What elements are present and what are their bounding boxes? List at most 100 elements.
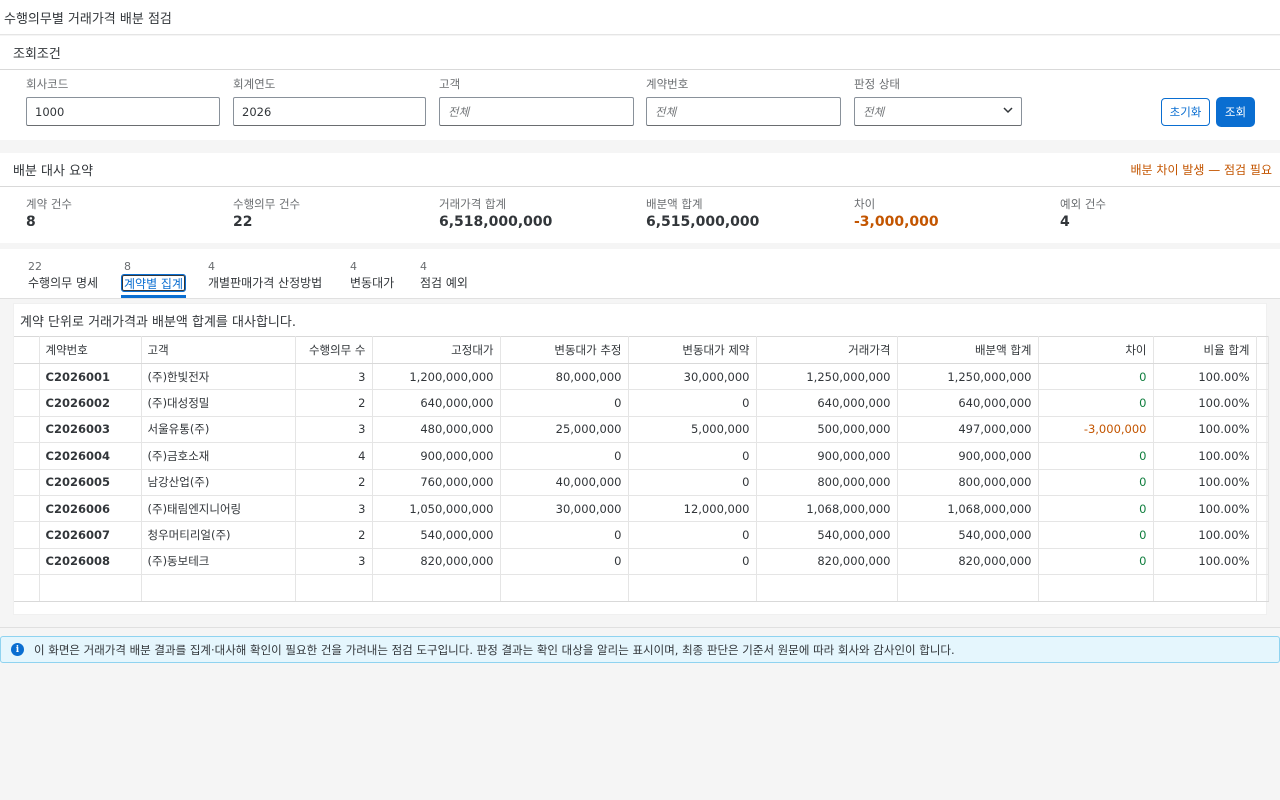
table-row[interactable]: C2026001 (주)한빛전자 3 1,200,000,000 80,000,000 3… — [14, 363, 1269, 391]
row-selector[interactable] — [14, 469, 40, 496]
metric-label: 배분액 합계 — [646, 197, 703, 211]
metric-label: 수행의무 건수 — [233, 197, 301, 211]
row-spacer — [1256, 442, 1269, 470]
table-row[interactable]: C2026003 서울유통(주) 3 480,000,000 25,000,000 5,0… — [14, 416, 1269, 444]
tab-label: 점검 예외 — [420, 276, 468, 290]
column-header[interactable]: 거래가격 — [756, 336, 898, 364]
table-cell: 900,000,000 — [756, 442, 898, 470]
contract-no-input[interactable]: 전체 — [646, 97, 841, 126]
tab-count: 4 — [420, 260, 427, 273]
tab-obligation-list[interactable]: 22 수행의무 명세 — [28, 260, 98, 292]
table-cell: 2 — [295, 521, 373, 549]
tab-bar: 22 수행의무 명세 8 계약별 집계 4 개별판매가격 산정방법 4 변동대가… — [0, 249, 1280, 299]
table-cell: 100.00% — [1153, 548, 1257, 576]
table-row[interactable]: C2026006 (주)태림엔지니어링 3 1,050,000,000 30,000,0… — [14, 495, 1269, 523]
tab-exceptions[interactable]: 4 점검 예외 — [420, 260, 468, 292]
filter-panel: 조회조건 회사코드 1000 회계연도 2026 고객 전체 계약번호 전체 판… — [0, 36, 1280, 140]
column-header[interactable]: 변동대가 제약 — [628, 336, 757, 364]
table-cell: 100.00% — [1153, 389, 1257, 417]
table-cell: C2026004 — [39, 442, 142, 470]
metric-label: 계약 건수 — [26, 197, 72, 211]
tab-ssp-method[interactable]: 4 개별판매가격 산정방법 — [208, 260, 322, 292]
tab-count: 4 — [350, 260, 357, 273]
row-selector[interactable] — [14, 495, 40, 523]
company-code-field: 회사코드 1000 — [26, 77, 220, 126]
fiscal-year-input[interactable]: 2026 — [233, 97, 426, 126]
table-cell: -3,000,000 — [1038, 416, 1154, 444]
row-selector[interactable] — [14, 389, 40, 417]
metric-label: 예외 건수 — [1060, 197, 1106, 211]
row-selector[interactable] — [14, 548, 40, 576]
metric-allocated: 배분액 합계 6,515,000,000 — [646, 196, 759, 230]
fiscal-year-label: 회계연도 — [233, 77, 276, 91]
judgment-select[interactable]: 전체 — [854, 97, 1022, 126]
table-cell: 남강산업(주) — [141, 469, 296, 496]
empty-cell — [372, 574, 501, 603]
summary-panel-header: 배분 대사 요약 배분 차이 발생 — 점검 필요 — [0, 153, 1280, 187]
metric-difference: 차이 -3,000,000 — [854, 196, 939, 230]
metric-transaction-price: 거래가격 합계 6,518,000,000 — [439, 196, 552, 230]
row-selector[interactable] — [14, 363, 40, 391]
table-cell: (주)대성정밀 — [141, 389, 296, 417]
column-header[interactable]: 고객 — [141, 336, 296, 364]
contract-no-label: 계약번호 — [646, 77, 689, 91]
table-cell: 100.00% — [1153, 495, 1257, 523]
table-cell: 800,000,000 — [897, 469, 1039, 496]
table-cell: 497,000,000 — [897, 416, 1039, 444]
search-button[interactable]: 조회 — [1216, 97, 1255, 127]
table-cell: 30,000,000 — [628, 363, 757, 391]
reset-button[interactable]: 초기화 — [1161, 98, 1210, 126]
row-spacer — [1256, 548, 1269, 576]
column-header[interactable]: 변동대가 추정 — [500, 336, 629, 364]
table-cell: 1,250,000,000 — [897, 363, 1039, 391]
column-header[interactable]: 계약번호 — [39, 336, 142, 364]
table-cell: 820,000,000 — [756, 548, 898, 576]
tab-contract-summary[interactable]: 8 계약별 집계 — [121, 260, 187, 298]
table-cell: 12,000,000 — [628, 495, 757, 523]
table-cell: C2026006 — [39, 495, 142, 523]
column-header[interactable]: 고정대가 — [372, 336, 501, 364]
customer-label: 고객 — [439, 77, 461, 91]
table-row[interactable]: C2026005 남강산업(주) 2 760,000,000 40,000,000 0 80… — [14, 469, 1269, 496]
empty-cell — [628, 574, 757, 603]
table-cell: 0 — [500, 442, 629, 470]
table-cell: 100.00% — [1153, 521, 1257, 549]
table-cell: 30,000,000 — [500, 495, 629, 523]
table-cell: 0 — [1038, 521, 1154, 549]
table-row[interactable]: C2026008 (주)동보테크 3 820,000,000 0 0 820,000,000… — [14, 548, 1269, 576]
tab-variable-consideration[interactable]: 4 변동대가 — [350, 260, 394, 292]
table-row[interactable]: C2026002 (주)대성정밀 2 640,000,000 0 0 640,000,000… — [14, 389, 1269, 417]
company-code-input[interactable]: 1000 — [26, 97, 220, 126]
column-header[interactable]: 차이 — [1038, 336, 1154, 364]
table-cell: 3 — [295, 548, 373, 576]
content-description: 계약 단위로 거래가격과 배분액 합계를 대사합니다. — [20, 314, 296, 330]
table-cell: 760,000,000 — [372, 469, 501, 496]
row-selector[interactable] — [14, 442, 40, 470]
table-cell: (주)동보테크 — [141, 548, 296, 576]
table-cell: 480,000,000 — [372, 416, 501, 444]
row-spacer — [1256, 363, 1269, 391]
table-cell: 서울유통(주) — [141, 416, 296, 444]
row-selector[interactable] — [14, 521, 40, 549]
table-header-row: 계약번호 고객 수행의무 수 고정대가 변동대가 추정 변동대가 제약 거래가격 배분액 합계… — [14, 336, 1269, 364]
table-row[interactable]: C2026004 (주)금호소재 4 900,000,000 0 0 900,000,000… — [14, 442, 1269, 470]
row-selector[interactable] — [14, 416, 40, 444]
table-cell: 820,000,000 — [372, 548, 501, 576]
table-cell: 80,000,000 — [500, 363, 629, 391]
table-cell: 800,000,000 — [756, 469, 898, 496]
table-cell: (주)한빛전자 — [141, 363, 296, 391]
column-header[interactable]: 수행의무 수 — [295, 336, 373, 364]
contract-no-field: 계약번호 전체 — [646, 77, 841, 126]
table-row[interactable]: C2026007 청우머티리얼(주) 2 540,000,000 0 0 540,000,0… — [14, 521, 1269, 549]
column-header[interactable]: 비율 합계 — [1153, 336, 1257, 364]
metric-value: 4 — [1060, 214, 1070, 230]
table-cell: 0 — [1038, 548, 1154, 576]
empty-cell — [14, 574, 40, 603]
contract-summary-panel: 계약 단위로 거래가격과 배분액 합계를 대사합니다. 계약번호 고객 수행의무 수… — [13, 303, 1269, 615]
table-cell: 2 — [295, 389, 373, 417]
customer-input[interactable]: 전체 — [439, 97, 634, 126]
summary-metrics: 계약 건수 8 수행의무 건수 22 거래가격 합계 6,518,000,000… — [0, 187, 1280, 243]
table-cell: C2026001 — [39, 363, 142, 391]
column-header[interactable]: 배분액 합계 — [897, 336, 1039, 364]
table-cell: C2026002 — [39, 389, 142, 417]
